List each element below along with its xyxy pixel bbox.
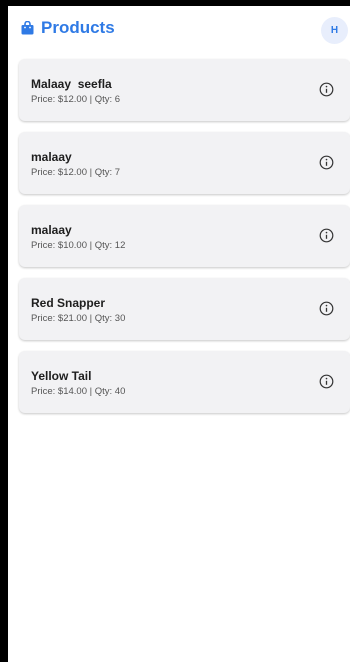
product-name: Red Snapper — [31, 296, 106, 310]
list-item[interactable]: Red Snapper Price: $21.00 | Qty: 30 — [19, 278, 350, 340]
product-name: Yellow Tail — [31, 369, 92, 383]
list-item[interactable]: Yellow Tail Price: $14.00 | Qty: 40 — [19, 351, 350, 413]
product-name: malaay — [31, 150, 72, 164]
app-header: Products H — [8, 6, 350, 50]
page-title: Products — [41, 18, 115, 37]
info-icon[interactable] — [319, 228, 334, 243]
product-details: Price: $10.00 | Qty: 12 — [31, 240, 126, 251]
list-item[interactable]: malaay Price: $12.00 | Qty: 7 — [19, 132, 350, 194]
product-details: Price: $12.00 | Qty: 7 — [31, 167, 121, 178]
product-list: Malaay seefla Price: $12.00 | Qty: 6 mal… — [19, 59, 350, 424]
product-name: Malaay seefla — [31, 77, 112, 91]
list-item[interactable]: Malaay seefla Price: $12.00 | Qty: 6 — [19, 59, 350, 121]
product-name: malaay — [31, 223, 72, 237]
info-icon[interactable] — [319, 82, 334, 97]
product-details: Price: $14.00 | Qty: 40 — [31, 386, 126, 397]
product-details: Price: $21.00 | Qty: 30 — [31, 313, 126, 324]
info-icon[interactable] — [319, 301, 334, 316]
avatar[interactable]: H — [321, 17, 348, 44]
product-details: Price: $12.00 | Qty: 6 — [31, 94, 121, 105]
info-icon[interactable] — [319, 374, 334, 389]
info-icon[interactable] — [319, 155, 334, 170]
shopping-bag-icon — [21, 21, 34, 35]
app-screen: Products H Malaay seefla Price: $12.00 |… — [8, 6, 350, 662]
list-item[interactable]: malaay Price: $10.00 | Qty: 12 — [19, 205, 350, 267]
